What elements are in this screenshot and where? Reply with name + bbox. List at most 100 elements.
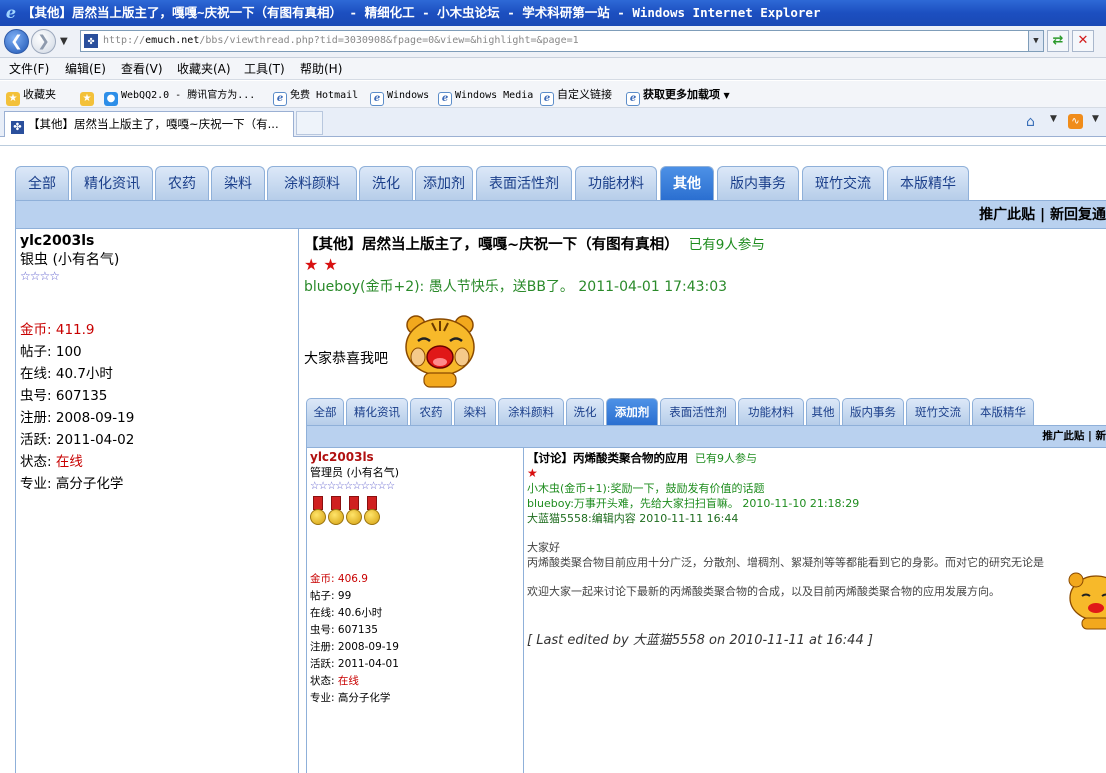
fav-link-webqq[interactable]: ● WebQQ2.0 - 腾讯官方为... xyxy=(104,81,255,109)
post-body-text: 大家恭喜我吧 xyxy=(304,351,388,367)
webqq-icon: ● xyxy=(104,92,118,106)
tab-coatings-pigments[interactable]: 涂料颜料 xyxy=(267,166,357,200)
history-dropdown-icon[interactable]: ▼ xyxy=(60,36,68,47)
add-favorite-button[interactable]: ★ xyxy=(80,81,97,108)
ie-page-icon: e xyxy=(273,92,287,106)
ie-page-icon: e xyxy=(370,92,384,106)
screenshot-post-content: 【讨论】丙烯酸类聚合物的应用 已有9人参与 ★ 小木虫(金币+1):奖励一下，鼓… xyxy=(524,448,1106,773)
tab-dyes: 染料 xyxy=(454,398,496,425)
browser-tab-active[interactable]: ✤ 【其他】居然当上版主了，嘎嘎~庆祝一下（有... xyxy=(4,111,294,137)
stop-button[interactable]: ✕ xyxy=(1072,30,1094,52)
stat-registered: 注册: 2008-09-19 xyxy=(20,410,135,426)
tab-pesticides: 农药 xyxy=(410,398,452,425)
site-favicon-icon: ✤ xyxy=(11,121,24,134)
tab-dyes[interactable]: 染料 xyxy=(211,166,265,200)
feeds-dropdown-icon[interactable]: ▼ xyxy=(1092,114,1099,124)
url-dropdown-icon[interactable]: ▼ xyxy=(1028,31,1043,51)
tab-additives: 添加剂 xyxy=(606,398,658,425)
rating-stars-icon: ★ ★ xyxy=(304,255,338,274)
award-note: blueboy:万事开头难，先给大家扫扫盲嘛。 2010-11-10 21:18… xyxy=(527,497,860,510)
fav-link-windows[interactable]: e Windows xyxy=(370,81,429,109)
browser-tab-bar: ✤ 【其他】居然当上版主了，嘎嘎~庆祝一下（有... ⌂ ▼ ∿ ▼ xyxy=(0,108,1106,137)
tab-additives[interactable]: 添加剂 xyxy=(415,166,473,200)
medal-icon xyxy=(364,496,380,526)
menu-help[interactable]: 帮助(H) xyxy=(300,58,342,80)
home-dropdown-icon[interactable]: ▼ xyxy=(1050,114,1057,124)
address-toolbar: ❮ ❯ ▼ ✤ http://emuch.net/bbs/viewthread.… xyxy=(0,26,1106,58)
fav-link-addons[interactable]: e 获取更多加载项 ▼ xyxy=(626,81,730,109)
tab-detergents[interactable]: 洗化 xyxy=(359,166,413,200)
ie-page-icon: e xyxy=(626,92,640,106)
menu-view[interactable]: 查看(V) xyxy=(121,58,163,80)
back-button[interactable]: ❮ xyxy=(4,29,29,54)
award-note: 小木虫(金币+1):奖励一下，鼓励发有价值的话题 xyxy=(527,482,765,495)
page-viewport: 全部 精化资讯 农药 染料 涂料颜料 洗化 添加剂 表面活性剂 功能材料 其他 … xyxy=(0,137,1106,773)
tab-surfactants: 表面活性剂 xyxy=(660,398,736,425)
url-domain: emuch.net xyxy=(145,35,200,46)
tab-board-digest[interactable]: 本版精华 xyxy=(887,166,969,200)
forward-button[interactable]: ❯ xyxy=(31,29,56,54)
browser-tab-label: 【其他】居然当上版主了，嘎嘎~庆祝一下（有... xyxy=(28,117,279,131)
fav-link-custom[interactable]: e 自定义链接 xyxy=(540,81,612,108)
refresh-button[interactable]: ⇄ xyxy=(1047,30,1069,52)
post-title: 【其他】居然当上版主了，嘎嘎~庆祝一下（有图有真相） 已有9人参与 xyxy=(304,237,765,253)
embedded-screenshot: 全部 精化资讯 农药 染料 涂料颜料 洗化 添加剂 表面活性剂 功能材料 其他 … xyxy=(306,398,1106,773)
menu-favorites[interactable]: 收藏夹(A) xyxy=(177,58,231,80)
screenshot-header-bar: 推广此贴 | 新 xyxy=(306,425,1106,448)
tiger-emoticon-icon xyxy=(405,315,475,388)
medal-icon xyxy=(346,496,362,526)
last-edited-note: [ Last edited by 大蓝猫5558 on 2010-11-11 a… xyxy=(527,633,873,648)
screenshot-author-rank: 管理员 (小有名气) xyxy=(310,466,400,479)
ie-logo-icon: e xyxy=(5,3,17,22)
window-title-bar: e 【其他】居然当上版主了，嘎嘎~庆祝一下（有图有真相） - 精细化工 - 小木… xyxy=(0,0,1106,26)
menu-tools[interactable]: 工具(T) xyxy=(244,58,285,80)
tab-surfactants[interactable]: 表面活性剂 xyxy=(476,166,572,200)
favorites-button[interactable]: ★ 收藏夹 xyxy=(6,81,56,108)
url-path: /bbs/viewthread.php?tid=3030908&fpage=0&… xyxy=(199,35,579,46)
tab-moderator-talk[interactable]: 斑竹交流 xyxy=(802,166,884,200)
screenshot-participant-count: 已有9人参与 xyxy=(695,452,757,465)
favorites-bar: ★ 收藏夹 ★ ● WebQQ2.0 - 腾讯官方为... e 免费 Hotmail … xyxy=(0,81,1106,108)
edit-note: 大蓝猫5558:编辑内容 2010-11-11 16:44 xyxy=(527,512,739,525)
screenshot-body-line: 欢迎大家一起来讨论下最新的丙烯酸类聚合物的合成，以及目前丙烯酸类聚合物的应用发展… xyxy=(527,585,1000,598)
tab-pesticides[interactable]: 农药 xyxy=(155,166,209,200)
author-name[interactable]: ylc2003ls xyxy=(20,233,294,249)
stat-uid: 虫号: 607135 xyxy=(20,388,108,404)
tab-board-affairs[interactable]: 版内事务 xyxy=(717,166,799,200)
post-award-note: blueboy(金币+2): 愚人节快乐，送BB了。 2011-04-01 17… xyxy=(304,279,728,295)
rss-feed-icon[interactable]: ∿ xyxy=(1068,114,1083,129)
medal-icon xyxy=(328,496,344,526)
screenshot-header-actions: 推广此贴 | 新 xyxy=(1042,430,1106,442)
site-favicon-icon: ✤ xyxy=(84,34,98,48)
new-tab-button[interactable] xyxy=(296,111,323,135)
tab-fine-chem-news[interactable]: 精化资讯 xyxy=(71,166,153,200)
screenshot-post-title: 【讨论】丙烯酸类聚合物的应用 xyxy=(527,451,688,465)
tab-detergents: 洗化 xyxy=(566,398,604,425)
add-to-favorites-icon: ★ xyxy=(80,92,94,106)
chevron-down-icon: ▼ xyxy=(723,91,730,100)
tab-coatings-pigments: 涂料颜料 xyxy=(498,398,564,425)
window-title: 【其他】居然当上版主了，嘎嘎~庆祝一下（有图有真相） - 精细化工 - 小木虫论… xyxy=(22,5,821,20)
menu-file[interactable]: 文件(F) xyxy=(9,58,49,80)
tab-other[interactable]: 其他 xyxy=(660,166,714,200)
screenshot-author-name: ylc2003ls xyxy=(310,450,374,464)
stat-active: 活跃: 2011-04-02 xyxy=(20,432,135,448)
tiger-emoticon-icon xyxy=(1068,572,1106,630)
author-rank: 银虫 (小有名气) xyxy=(20,252,120,268)
rating-star-icon: ★ xyxy=(527,466,538,480)
tab-functional-materials[interactable]: 功能材料 xyxy=(575,166,657,200)
stat-online: 在线: 40.7小时 xyxy=(20,366,113,382)
url-input[interactable]: ✤ http://emuch.net/bbs/viewthread.php?ti… xyxy=(80,30,1044,52)
home-icon[interactable]: ⌂ xyxy=(1026,114,1042,130)
participant-count: 已有9人参与 xyxy=(688,237,765,253)
post-actions-links[interactable]: 推广此贴 | 新回复通 xyxy=(979,201,1106,229)
medal-icon xyxy=(310,496,326,526)
rank-stars-icon: ☆☆☆☆ xyxy=(20,269,60,283)
tab-fine-chem-news: 精化资讯 xyxy=(346,398,408,425)
page-top-divider xyxy=(0,137,1106,146)
tab-all[interactable]: 全部 xyxy=(15,166,69,200)
fav-link-windows-media[interactable]: e Windows Media xyxy=(438,81,533,109)
fav-link-hotmail[interactable]: e 免费 Hotmail xyxy=(273,81,358,109)
rank-stars-icon: ☆☆☆☆☆☆☆☆☆☆ xyxy=(310,480,395,492)
menu-edit[interactable]: 编辑(E) xyxy=(65,58,106,80)
